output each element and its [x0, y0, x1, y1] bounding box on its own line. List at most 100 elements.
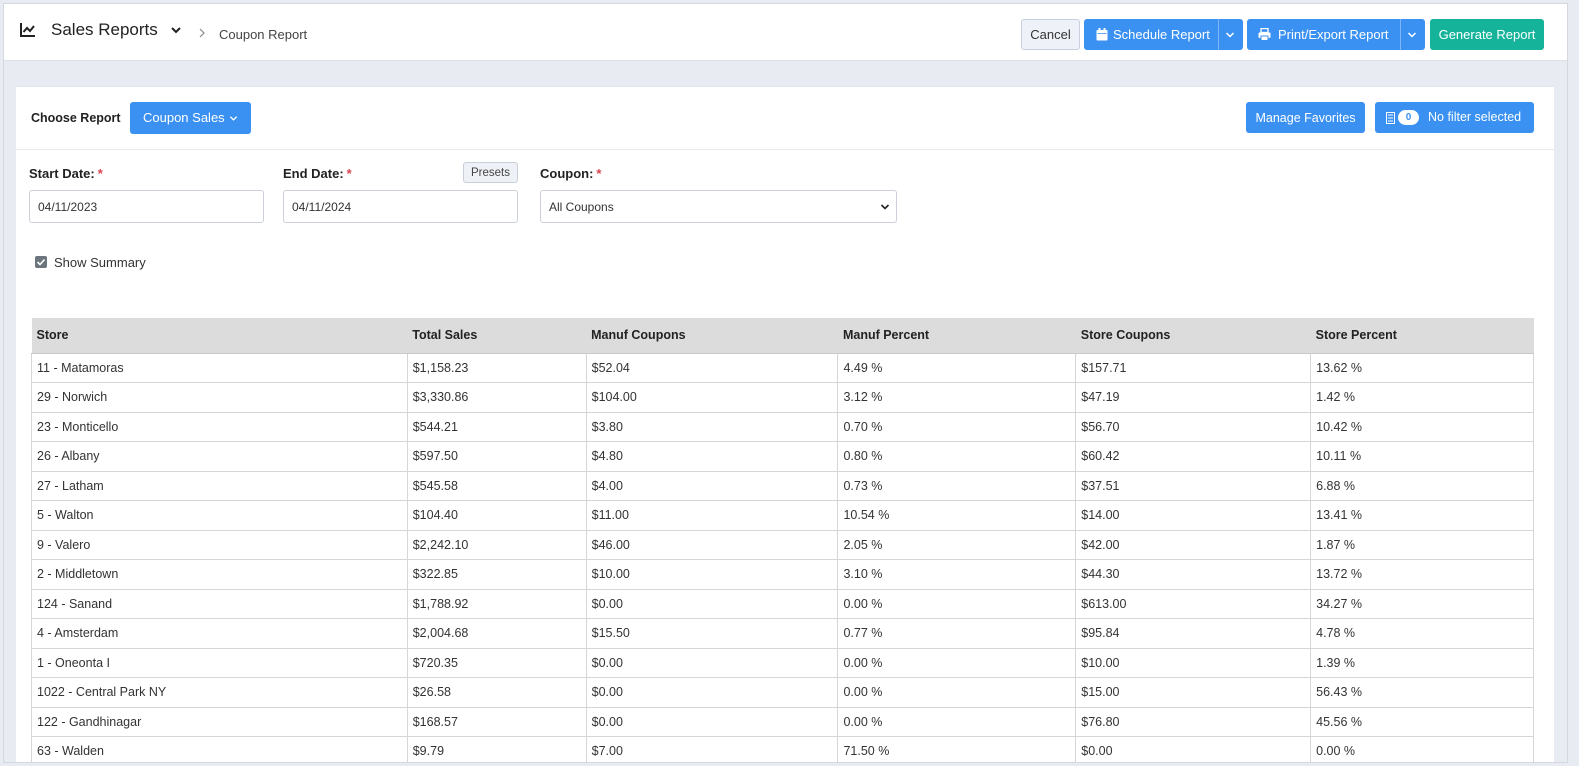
coupon-select[interactable]: All Coupons	[540, 190, 897, 223]
table-cell: $56.70	[1075, 412, 1312, 442]
table-cell: $104.00	[585, 382, 839, 413]
generate-report-label: Generate Report	[1438, 27, 1536, 42]
table-cell: $322.85	[406, 559, 587, 590]
table-cell: 10.42 %	[1310, 412, 1534, 442]
table-cell: $720.35	[406, 648, 587, 678]
show-summary-label[interactable]: Show Summary	[54, 255, 146, 270]
schedule-report-button[interactable]: Schedule Report	[1084, 19, 1243, 50]
table-cell: $2,242.10	[406, 530, 587, 560]
table-cell: 1.42 %	[1310, 382, 1534, 413]
chevron-down-icon[interactable]	[170, 24, 182, 36]
table-row: 122 - Gandhinagar $168.57 $0.00 0.00 % $76.8…	[31, 707, 1534, 737]
start-date-input[interactable]: 04/11/2023	[29, 190, 264, 223]
line-chart-icon	[20, 23, 35, 37]
table-cell: $52.04	[585, 353, 839, 383]
column-header[interactable]: Store Coupons	[1075, 318, 1311, 354]
printer-icon	[1258, 28, 1271, 41]
table-cell: 2.05 %	[837, 530, 1077, 560]
table-cell: 0.00 %	[837, 677, 1077, 708]
chevron-down-icon[interactable]	[1407, 30, 1417, 40]
table-cell: $15.00	[1075, 677, 1312, 708]
table-row: 5 - Walton $104.40 $11.00 10.54 % $14.00 13.4…	[31, 500, 1534, 531]
report-type-dropdown[interactable]: Coupon Sales	[130, 102, 251, 134]
table-row: 124 - Sanand $1,788.92 $0.00 0.00 % $613.00 3…	[31, 589, 1534, 619]
required-mark: *	[346, 166, 352, 181]
filter-button[interactable]: 0 No filter selected	[1375, 102, 1534, 133]
table-cell: $0.00	[585, 677, 839, 708]
generate-report-button[interactable]: Generate Report	[1430, 19, 1544, 50]
report-menu[interactable]: Sales Reports	[19, 20, 182, 40]
required-mark: *	[596, 166, 602, 181]
cancel-button-label: Cancel	[1030, 27, 1071, 42]
start-date-label: Start Date: *	[29, 166, 103, 181]
table-row: 23 - Monticello $544.21 $3.80 0.70 % $56.70 1…	[31, 412, 1534, 442]
table-cell: 2 - Middletown	[31, 559, 408, 590]
chevron-down-icon	[880, 204, 890, 210]
end-date-input[interactable]: 04/11/2024	[283, 190, 518, 223]
table-cell: 0.00 %	[837, 648, 1077, 678]
table-cell: 0.70 %	[837, 412, 1077, 442]
table-cell: $10.00	[1075, 648, 1312, 678]
show-summary-checkbox[interactable]	[35, 256, 47, 268]
table-cell: $95.84	[1075, 618, 1312, 649]
report-type-label: Coupon Sales	[143, 110, 225, 125]
column-header[interactable]: Store	[31, 318, 408, 354]
panel-header: Choose Report Coupon Sales Manage Favori…	[16, 87, 1554, 150]
table-cell: 1 - Oneonta I	[31, 648, 408, 678]
table-cell: 23 - Monticello	[31, 412, 408, 442]
table-cell: $10.00	[585, 559, 839, 590]
column-header[interactable]: Store Percent	[1310, 318, 1534, 354]
column-header[interactable]: Total Sales	[407, 318, 587, 354]
coupon-select-value: All Coupons	[549, 199, 614, 214]
top-bar: Sales Reports Coupon Report Cancel Sched…	[4, 4, 1567, 61]
table-cell: $15.50	[585, 618, 839, 649]
table-cell: 26 - Albany	[31, 441, 408, 472]
start-date-label-text: Start Date:	[29, 166, 95, 181]
table-cell: $9.79	[406, 736, 587, 762]
chevron-right-icon	[199, 28, 205, 38]
print-export-label: Print/Export Report	[1278, 27, 1389, 42]
table-cell: $1,158.23	[406, 353, 587, 383]
cancel-button[interactable]: Cancel	[1021, 19, 1080, 50]
table-cell: 10.54 %	[837, 500, 1077, 531]
table-cell: $60.42	[1075, 441, 1312, 472]
table-cell: 9 - Valero	[31, 530, 408, 560]
schedule-report-label: Schedule Report	[1113, 27, 1210, 42]
table-cell: $4.80	[585, 441, 839, 472]
table-row: 63 - Walden $9.79 $7.00 71.50 % $0.00 0.00 %	[31, 736, 1534, 762]
split-divider	[1400, 19, 1401, 50]
table-cell: $613.00	[1075, 589, 1312, 619]
table-cell: 56.43 %	[1310, 677, 1534, 708]
choose-report-label: Choose Report	[31, 111, 121, 125]
page-title: Sales Reports	[51, 20, 158, 39]
presets-button[interactable]: Presets	[463, 162, 518, 183]
table-cell: $4.00	[585, 471, 839, 501]
table-cell: $157.71	[1075, 353, 1312, 383]
table-row: 11 - Matamoras $1,158.23 $52.04 4.49 % $157.…	[31, 353, 1534, 383]
table-cell: 0.00 %	[837, 707, 1077, 737]
column-header[interactable]: Manuf Percent	[837, 318, 1076, 354]
table-cell: 0.00 %	[1310, 736, 1534, 762]
split-divider	[1218, 19, 1219, 50]
table-cell: 34.27 %	[1310, 589, 1534, 619]
print-export-button[interactable]: Print/Export Report	[1247, 19, 1425, 50]
coupon-report-table: Store Total Sales Manuf Coupons Manuf Perce…	[31, 318, 1534, 762]
table-cell: $545.58	[406, 471, 587, 501]
table-cell: 5 - Walton	[31, 500, 408, 531]
chevron-down-icon	[229, 116, 238, 121]
app-frame: Sales Reports Coupon Report Cancel Sched…	[3, 3, 1568, 763]
table-cell: 1.39 %	[1310, 648, 1534, 678]
chevron-down-icon[interactable]	[1225, 30, 1235, 40]
table-header-row: Store Total Sales Manuf Coupons Manuf Perce…	[31, 318, 1534, 354]
column-header[interactable]: Manuf Coupons	[586, 318, 838, 354]
table-cell: 1.87 %	[1310, 530, 1534, 560]
end-date-label: End Date: *	[283, 166, 352, 181]
table-cell: 122 - Gandhinagar	[31, 707, 408, 737]
table-cell: $7.00	[585, 736, 839, 762]
table-cell: 27 - Latham	[31, 471, 408, 501]
table-cell: 4.49 %	[837, 353, 1077, 383]
table-cell: 124 - Sanand	[31, 589, 408, 619]
report-panel: Choose Report Coupon Sales Manage Favori…	[16, 86, 1554, 762]
table-cell: 45.56 %	[1310, 707, 1534, 737]
manage-favorites-button[interactable]: Manage Favorites	[1246, 102, 1365, 133]
